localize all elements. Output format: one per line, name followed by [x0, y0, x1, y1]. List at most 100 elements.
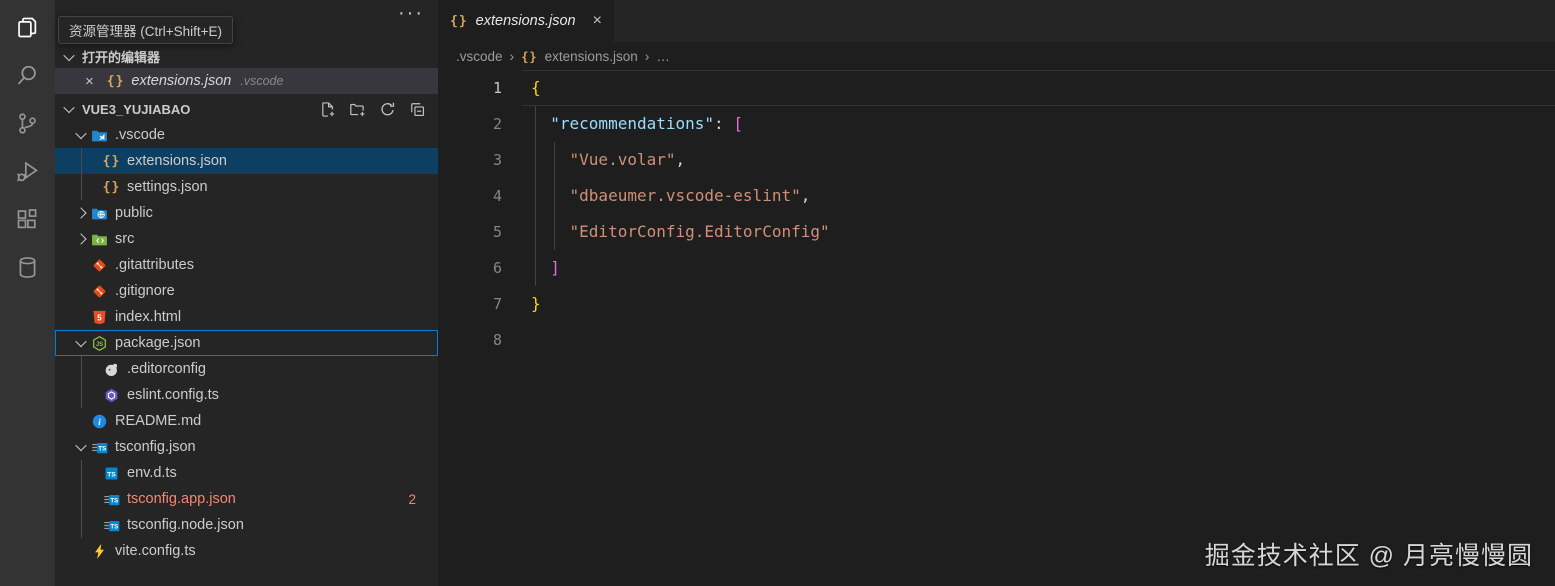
- breadcrumb-separator-icon: ›: [645, 48, 650, 64]
- tree-item-gitattributes[interactable]: .gitattributes: [55, 252, 438, 278]
- code-text: {: [531, 70, 541, 106]
- tsconfig-icon: TS: [103, 517, 120, 534]
- code-line-7[interactable]: 7}: [438, 286, 1555, 322]
- breadcrumb-item-extensions-json[interactable]: extensions.json: [545, 49, 638, 64]
- line-number: 3: [438, 142, 502, 178]
- code-text: }: [531, 286, 541, 322]
- open-editor-label: extensions.json: [131, 73, 231, 89]
- collapse-all-icon[interactable]: [409, 101, 426, 118]
- tree-item-extensions-json[interactable]: {}extensions.json: [55, 148, 438, 174]
- code-text: "dbaeumer.vscode-eslint",: [531, 178, 810, 214]
- tree-item-settings-json[interactable]: {}settings.json: [55, 174, 438, 200]
- extensions-icon[interactable]: [0, 195, 55, 243]
- code-line-6[interactable]: 6 ]: [438, 250, 1555, 286]
- code-line-5[interactable]: 5 "EditorConfig.EditorConfig": [438, 214, 1555, 250]
- breadcrumb: .vscode › {} extensions.json › …: [438, 42, 1555, 70]
- tree-item-vscode[interactable]: .vscode: [55, 122, 438, 148]
- tsconfig-icon: TS: [103, 491, 120, 508]
- code-text: "EditorConfig.EditorConfig": [531, 214, 830, 250]
- tab-extensions-json[interactable]: {} extensions.json ×: [438, 0, 614, 42]
- tsconfig-icon: TS: [91, 439, 108, 456]
- svg-text:TS: TS: [107, 471, 116, 478]
- run-debug-icon[interactable]: [0, 147, 55, 195]
- json-icon: {}: [107, 73, 125, 89]
- open-editor-item[interactable]: × {} extensions.json .vscode: [55, 68, 438, 94]
- explorer-tooltip: 资源管理器 (Ctrl+Shift+E): [58, 16, 233, 44]
- git-icon: [91, 257, 108, 274]
- refresh-icon[interactable]: [379, 101, 396, 118]
- tree-item-package-json[interactable]: JSpackage.json: [55, 330, 438, 356]
- editor-area: {} extensions.json × .vscode › {} extens…: [438, 0, 1555, 586]
- code-line-4[interactable]: 4 "dbaeumer.vscode-eslint",: [438, 178, 1555, 214]
- tab-label: extensions.json: [476, 13, 576, 29]
- line-number: 6: [438, 250, 502, 286]
- database-icon[interactable]: [0, 243, 55, 291]
- vscode-window: ··· 资源管理器 (Ctrl+Shift+E) 打开的编辑器 × {} ext…: [0, 0, 1555, 586]
- tree-item-readme-md[interactable]: i README.md: [55, 408, 438, 434]
- explorer-icon[interactable]: [0, 3, 55, 51]
- twisty: [71, 235, 91, 243]
- watermark-text: 掘金技术社区 @ 月亮慢慢圆: [1205, 542, 1533, 570]
- tree-item-index-html[interactable]: 5 index.html: [55, 304, 438, 330]
- tree-item-label: README.md: [115, 413, 201, 429]
- tree-item-tsconfig-app-json[interactable]: TS tsconfig.app.json 2: [55, 486, 438, 512]
- tree-item-label: src: [115, 231, 134, 247]
- tree-item-label: .editorconfig: [127, 361, 206, 377]
- tree-item-label: tsconfig.json: [115, 439, 196, 455]
- project-name: VUE3_YUJIABAO: [82, 102, 190, 117]
- tree-item-public[interactable]: public: [55, 200, 438, 226]
- chevron-right-icon: [75, 207, 86, 218]
- code-line-3[interactable]: 3 "Vue.volar",: [438, 142, 1555, 178]
- tab-bar: {} extensions.json ×: [438, 0, 1555, 42]
- code-line-1[interactable]: 1{: [438, 70, 1555, 106]
- chevron-down-icon: [75, 128, 86, 139]
- tree-indent-guide: [81, 356, 82, 408]
- tree-item-label: .gitignore: [115, 283, 175, 299]
- line-number: 8: [438, 322, 502, 358]
- line-number: 1: [438, 70, 502, 106]
- breadcrumb-item-ellipsis[interactable]: …: [656, 49, 670, 64]
- json-icon: {}: [450, 13, 468, 29]
- search-icon[interactable]: [0, 51, 55, 99]
- open-editors-header[interactable]: 打开的编辑器: [55, 45, 438, 68]
- open-editors-title: 打开的编辑器: [82, 47, 160, 66]
- code-line-2[interactable]: 2 "recommendations": [: [438, 106, 1555, 142]
- readme-icon: i: [91, 413, 108, 430]
- tree-item-src[interactable]: src: [55, 226, 438, 252]
- svg-text:5: 5: [97, 313, 102, 322]
- source-control-icon[interactable]: [0, 99, 55, 147]
- problems-badge: 2: [408, 492, 416, 507]
- close-icon[interactable]: ×: [85, 73, 94, 90]
- more-actions-icon[interactable]: ···: [398, 2, 424, 25]
- tree-item-vite-config-ts[interactable]: vite.config.ts: [55, 538, 438, 564]
- tree-item-label: index.html: [115, 309, 181, 325]
- project-root-header[interactable]: VUE3_YUJIABAO: [55, 96, 438, 122]
- eslint-icon: [103, 387, 120, 404]
- tree-item-label: .gitattributes: [115, 257, 194, 273]
- tree-item-eslint-config-ts[interactable]: eslint.config.ts: [55, 382, 438, 408]
- new-file-icon[interactable]: [319, 101, 336, 118]
- new-folder-icon[interactable]: [349, 101, 366, 118]
- nodejs-icon: JS: [91, 335, 108, 352]
- tree-item-gitignore[interactable]: .gitignore: [55, 278, 438, 304]
- breadcrumb-item-vscode[interactable]: .vscode: [456, 49, 503, 64]
- tree-item-label: env.d.ts: [127, 465, 177, 481]
- code-text: "Vue.volar",: [531, 142, 685, 178]
- folder-src-icon: [91, 231, 108, 248]
- twisty: [71, 209, 91, 217]
- svg-text:TS: TS: [110, 497, 118, 504]
- tree-item-tsconfig-node-json[interactable]: TStsconfig.node.json: [55, 512, 438, 538]
- tooltip-text: 资源管理器 (Ctrl+Shift+E): [69, 24, 222, 39]
- tree-item-tsconfig-json[interactable]: TS tsconfig.json: [55, 434, 438, 460]
- tree-item-editorconfig[interactable]: .editorconfig: [55, 356, 438, 382]
- code-editor[interactable]: 1{2 "recommendations": [3 "Vue.volar",4 …: [438, 70, 1555, 358]
- close-icon[interactable]: ×: [593, 12, 602, 30]
- watermark: 掘金技术社区 @ 月亮慢慢圆: [1205, 536, 1533, 572]
- json-icon: {}: [103, 153, 120, 170]
- chevron-down-icon: [63, 102, 74, 113]
- tree-item-label: tsconfig.app.json: [127, 491, 236, 507]
- tree-item-env-d-ts[interactable]: TS env.d.ts: [55, 460, 438, 486]
- code-line-8[interactable]: 8: [438, 322, 1555, 358]
- twisty: [71, 131, 91, 139]
- explorer-actions: [319, 101, 426, 118]
